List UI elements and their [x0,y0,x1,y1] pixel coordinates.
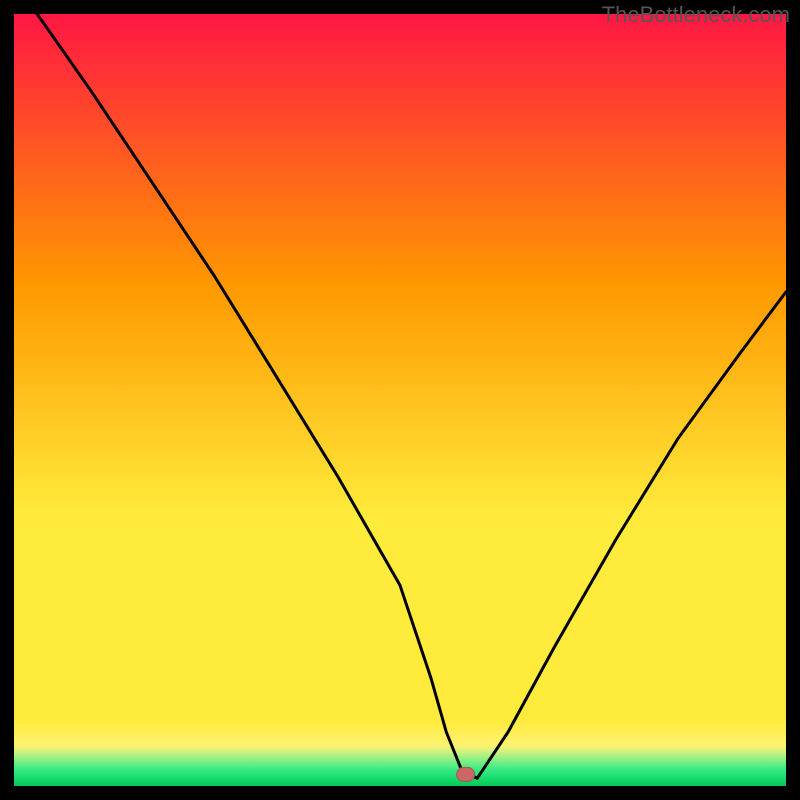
chart-container: TheBottleneck.com [0,0,800,800]
plot-area [0,0,800,800]
watermark-text: TheBottleneck.com [602,2,790,28]
bottleneck-chart [0,0,800,800]
